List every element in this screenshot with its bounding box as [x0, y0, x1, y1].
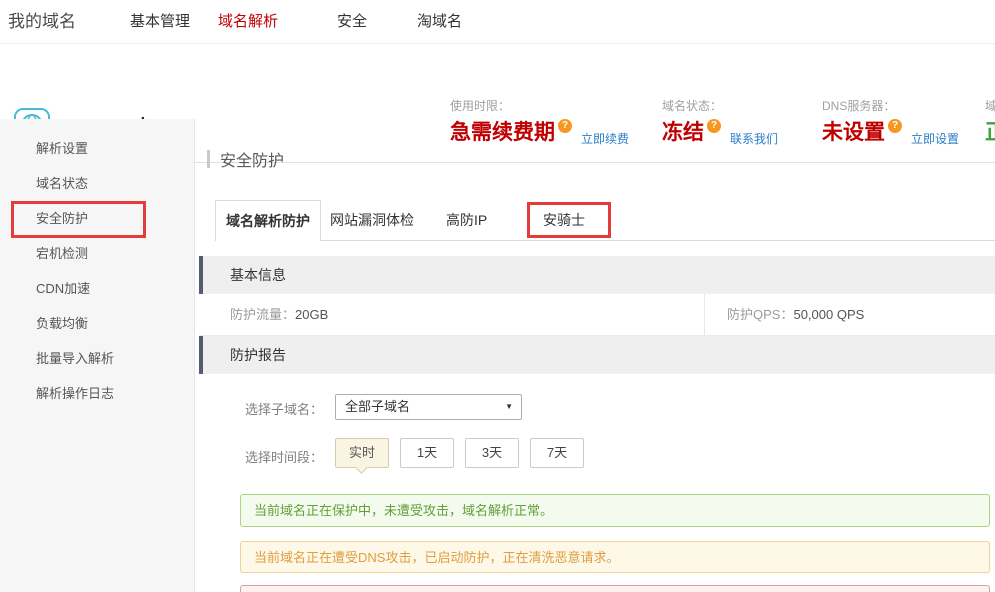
help-icon[interactable]: ? [888, 119, 902, 133]
domain-console-page: 我的域名 基本管理 域名解析 安全 淘域名 WWW example.cn 使用时… [0, 0, 995, 592]
period-button-3day[interactable]: 3天 [465, 438, 519, 468]
sidebar-item-load-balance[interactable]: 负载均衡 [0, 306, 194, 341]
domain-header: WWW example.cn 使用时限： 急需续费期 ? 立即续费 域名状态： … [0, 44, 995, 119]
page-title: 安全防护 [207, 147, 284, 171]
stat-label: 使用时限： [450, 97, 629, 114]
stat-dns-server: DNS服务器： 未设置 ? 立即设置 [822, 97, 959, 147]
section-accent-bar [199, 336, 203, 374]
stat-value: 未设置 [822, 121, 885, 145]
sidebar-item-security-protect[interactable]: 安全防护 [0, 201, 194, 236]
nav-item-security[interactable]: 安全 [337, 0, 367, 44]
sidebar-item-domain-status[interactable]: 域名状态 [0, 166, 194, 201]
stat-domain-safety: 域名安全： 正常 [985, 97, 995, 145]
renew-now-link[interactable]: 立即续费 [581, 130, 629, 147]
status-alert-warning: 当前域名正在遭受DNS攻击，已启动防护，正在清洗恶意请求。 [240, 541, 990, 573]
protect-qps-field: 防护QPS：50,000 QPS [727, 294, 864, 335]
stat-value: 急需续费期 [450, 121, 555, 145]
subdomain-select-label: 选择子域名： [245, 399, 323, 418]
dropdown-arrow-icon: ▼ [505, 395, 513, 419]
stat-label: DNS服务器： [822, 97, 959, 114]
stat-label: 域名状态： [662, 97, 778, 114]
setup-now-link[interactable]: 立即设置 [911, 130, 959, 147]
sidebar-item-batch-import[interactable]: 批量导入解析 [0, 341, 194, 376]
nav-item-my-domains[interactable]: 我的域名 [8, 0, 76, 44]
protection-report-header: 防护报告 [199, 336, 995, 374]
period-select-label: 选择时间段： [245, 447, 323, 466]
sidebar: 解析设置 域名状态 安全防护 宕机检测 CDN加速 负载均衡 批量导入解析 解析… [0, 119, 195, 592]
tab-vuln-check[interactable]: 网站漏洞体检 [330, 200, 414, 240]
status-alert-danger [240, 585, 990, 592]
nav-item-basic-mgmt[interactable]: 基本管理 [130, 0, 190, 44]
basic-info-row: 防护流量：20GB 防护QPS：50,000 QPS [199, 294, 995, 336]
nav-item-domain-market[interactable]: 淘域名 [417, 0, 462, 44]
sidebar-item-resolve-settings[interactable]: 解析设置 [0, 131, 194, 166]
stat-label: 域名安全： [985, 97, 995, 114]
sidebar-item-operation-log[interactable]: 解析操作日志 [0, 376, 194, 411]
sidebar-item-cdn[interactable]: CDN加速 [0, 271, 194, 306]
tab-dns-protection[interactable]: 域名解析防护 [215, 200, 321, 241]
divider [704, 294, 705, 335]
stat-usage-period: 使用时限： 急需续费期 ? 立即续费 [450, 97, 629, 147]
tabs-baseline [215, 240, 995, 241]
stat-value: 正常 [985, 121, 995, 145]
nav-item-dns-resolve[interactable]: 域名解析 [218, 0, 278, 44]
title-accent-bar [207, 150, 210, 168]
section-accent-bar [199, 256, 203, 294]
sidebar-item-downtime-check[interactable]: 宕机检测 [0, 236, 194, 271]
top-navigation: 我的域名 基本管理 域名解析 安全 淘域名 [0, 0, 995, 44]
period-button-1day[interactable]: 1天 [400, 438, 454, 468]
help-icon[interactable]: ? [707, 119, 721, 133]
stat-domain-status: 域名状态： 冻结 ? 联系我们 [662, 97, 778, 147]
period-button-7day[interactable]: 7天 [530, 438, 584, 468]
tab-anti-ddos-ip[interactable]: 高防IP [446, 200, 487, 240]
protect-traffic-field: 防护流量：20GB [230, 294, 328, 335]
contact-us-link[interactable]: 联系我们 [730, 130, 778, 147]
subdomain-select[interactable]: 全部子域名 ▼ [335, 394, 522, 420]
stat-value: 冻结 [662, 121, 704, 145]
status-alert-success: 当前域名正在保护中，未遭受攻击，域名解析正常。 [240, 494, 990, 527]
tab-server-guard[interactable]: 安骑士 [543, 200, 585, 240]
basic-info-header: 基本信息 [199, 256, 995, 294]
help-icon[interactable]: ? [558, 119, 572, 133]
